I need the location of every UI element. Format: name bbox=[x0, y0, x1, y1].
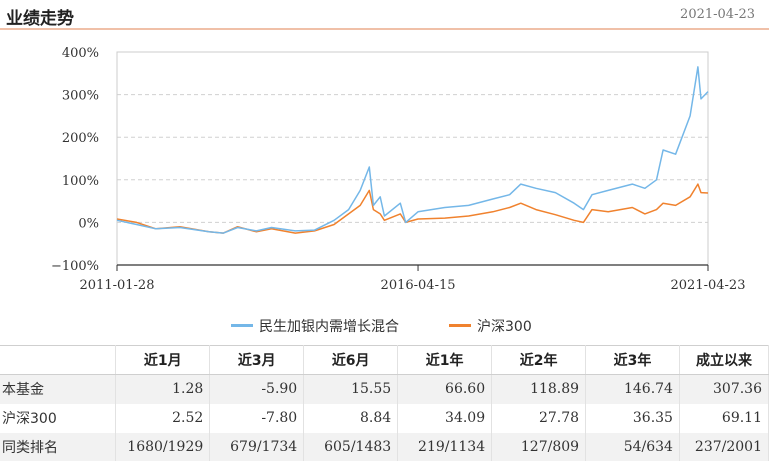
header-cell bbox=[0, 345, 117, 375]
x-tick-label: 2016-04-15 bbox=[381, 278, 456, 293]
table-cell: 2.52 bbox=[115, 403, 211, 433]
table-cell: 1680/1929 bbox=[115, 432, 211, 461]
section-header: 业绩走势 2021-04-23 bbox=[0, 0, 769, 30]
performance-chart: 400% 300% 200% 100% 0% −100% 2011-01-28 2016-04… bbox=[51, 46, 746, 293]
table-cell: -5.90 bbox=[209, 374, 305, 404]
table-cell: 34.09 bbox=[397, 403, 493, 433]
table-cell: 605/1483 bbox=[303, 432, 399, 461]
legend-item-index[interactable]: 沪深300 bbox=[449, 316, 532, 336]
chart-legend: 民生加银内需增长混合 沪深300 bbox=[0, 316, 769, 336]
table-cell: 36.35 bbox=[585, 403, 680, 433]
row-label: 沪深300 bbox=[0, 403, 117, 433]
table-row: 同类排名 1680/1929 679/1734 605/1483 219/113… bbox=[0, 432, 769, 461]
table-row: 本基金 1.28 -5.90 15.55 66.60 118.89 146.74… bbox=[0, 374, 769, 404]
header-cell: 近1年 bbox=[397, 345, 493, 375]
y-tick-label: 300% bbox=[62, 89, 99, 104]
table-cell: 8.84 bbox=[303, 403, 399, 433]
table-cell: 69.11 bbox=[679, 403, 769, 433]
row-label: 本基金 bbox=[0, 374, 117, 404]
row-label: 同类排名 bbox=[0, 432, 117, 461]
table-cell: 15.55 bbox=[303, 374, 399, 404]
table-cell: 54/634 bbox=[585, 432, 680, 461]
performance-table: 近1月 近3月 近6月 近1年 近2年 近3年 成立以来 本基金 1.28 -5… bbox=[0, 345, 769, 461]
as-of-date: 2021-04-23 bbox=[680, 7, 755, 22]
plot-frame bbox=[116, 51, 709, 266]
table-cell: 118.89 bbox=[491, 374, 587, 404]
legend-label-index: 沪深300 bbox=[477, 319, 532, 335]
header-cell: 成立以来 bbox=[679, 345, 769, 375]
table-cell: 66.60 bbox=[397, 374, 493, 404]
legend-swatch-fund bbox=[231, 323, 253, 327]
y-tick-label: 0% bbox=[78, 216, 99, 231]
table-header-row: 近1月 近3月 近6月 近1年 近2年 近3年 成立以来 bbox=[0, 345, 769, 375]
x-tick-label: 2011-01-28 bbox=[80, 278, 155, 293]
y-tick-label: 200% bbox=[62, 131, 99, 146]
series-line-fund bbox=[116, 66, 709, 234]
table-cell: 679/1734 bbox=[209, 432, 305, 461]
legend-swatch-index bbox=[449, 323, 471, 327]
header-cell: 近2年 bbox=[491, 345, 587, 375]
table-cell: 127/809 bbox=[491, 432, 587, 461]
x-tick-label: 2021-04-23 bbox=[671, 278, 746, 293]
y-tick-label: 100% bbox=[62, 174, 99, 189]
header-cell: 近1月 bbox=[115, 345, 211, 375]
y-tick-label: −100% bbox=[51, 259, 99, 274]
table-cell: 27.78 bbox=[491, 403, 587, 433]
table-cell: 146.74 bbox=[585, 374, 680, 404]
header-cell: 近3年 bbox=[585, 345, 680, 375]
y-tick-label: 400% bbox=[62, 46, 99, 61]
table-row: 沪深300 2.52 -7.80 8.84 34.09 27.78 36.35 … bbox=[0, 403, 769, 433]
legend-item-fund[interactable]: 民生加银内需增长混合 bbox=[231, 316, 399, 336]
series-line-index bbox=[116, 183, 709, 234]
table-cell: 237/2001 bbox=[679, 432, 769, 461]
header-cell: 近6月 bbox=[303, 345, 399, 375]
table-cell: 307.36 bbox=[679, 374, 769, 404]
table-cell: -7.80 bbox=[209, 403, 305, 433]
section-title: 业绩走势 bbox=[6, 9, 74, 29]
header-cell: 近3月 bbox=[209, 345, 305, 375]
legend-label-fund: 民生加银内需增长混合 bbox=[259, 319, 399, 335]
table-cell: 219/1134 bbox=[397, 432, 493, 461]
table-cell: 1.28 bbox=[115, 374, 211, 404]
